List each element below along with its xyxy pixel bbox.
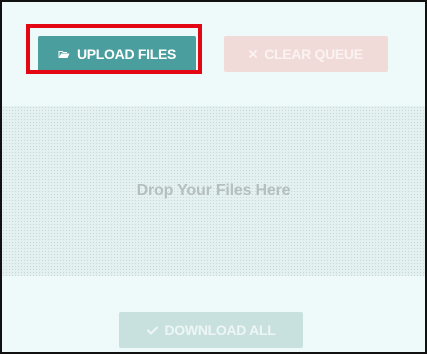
clear-queue-label: CLEAR QUEUE: [264, 46, 363, 62]
highlight-box: [26, 24, 202, 74]
drop-zone-label: Drop Your Files Here: [136, 182, 291, 199]
download-all-label: DOWNLOAD ALL: [164, 322, 276, 338]
file-drop-zone[interactable]: Drop Your Files Here: [2, 106, 425, 276]
upload-panel: UPLOAD FILES CLEAR QUEUE Drop Your Files…: [0, 0, 427, 354]
checkmark-icon: [146, 326, 158, 335]
download-all-button[interactable]: DOWNLOAD ALL: [119, 312, 303, 348]
clear-queue-button[interactable]: CLEAR QUEUE: [224, 36, 388, 72]
close-icon: [249, 50, 258, 58]
